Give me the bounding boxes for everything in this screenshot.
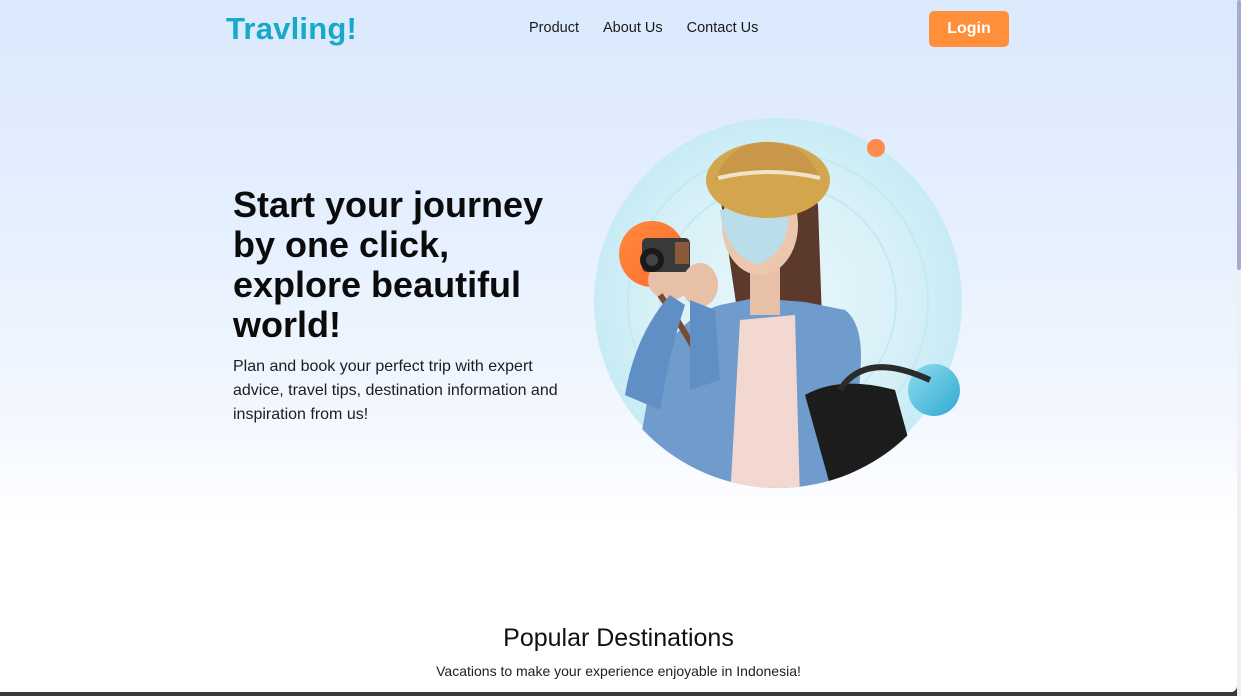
scrollbar[interactable]	[1237, 0, 1241, 696]
nav-contact-us[interactable]: Contact Us	[687, 20, 759, 36]
hero-description: Plan and book your perfect trip with exp…	[233, 358, 558, 423]
nav-product[interactable]: Product	[529, 20, 579, 36]
login-button[interactable]: Login	[929, 11, 1009, 47]
main-nav: Product About Us Contact Us	[529, 20, 758, 36]
orange-dot-icon	[867, 139, 885, 157]
section-subtitle: Vacations to make your experience enjoya…	[436, 663, 801, 679]
hero-image	[590, 110, 970, 500]
nav-about-us[interactable]: About Us	[603, 20, 663, 36]
hero-title: Start your journey by one click, explore…	[233, 184, 544, 345]
landing-page: Travling! Product About Us Contact Us Lo…	[0, 0, 1237, 692]
logo[interactable]: Travling!	[226, 11, 357, 47]
traveler-illustration	[594, 118, 962, 488]
scrollbar-thumb[interactable]	[1237, 0, 1241, 270]
section-title: Popular Destinations	[503, 624, 734, 652]
